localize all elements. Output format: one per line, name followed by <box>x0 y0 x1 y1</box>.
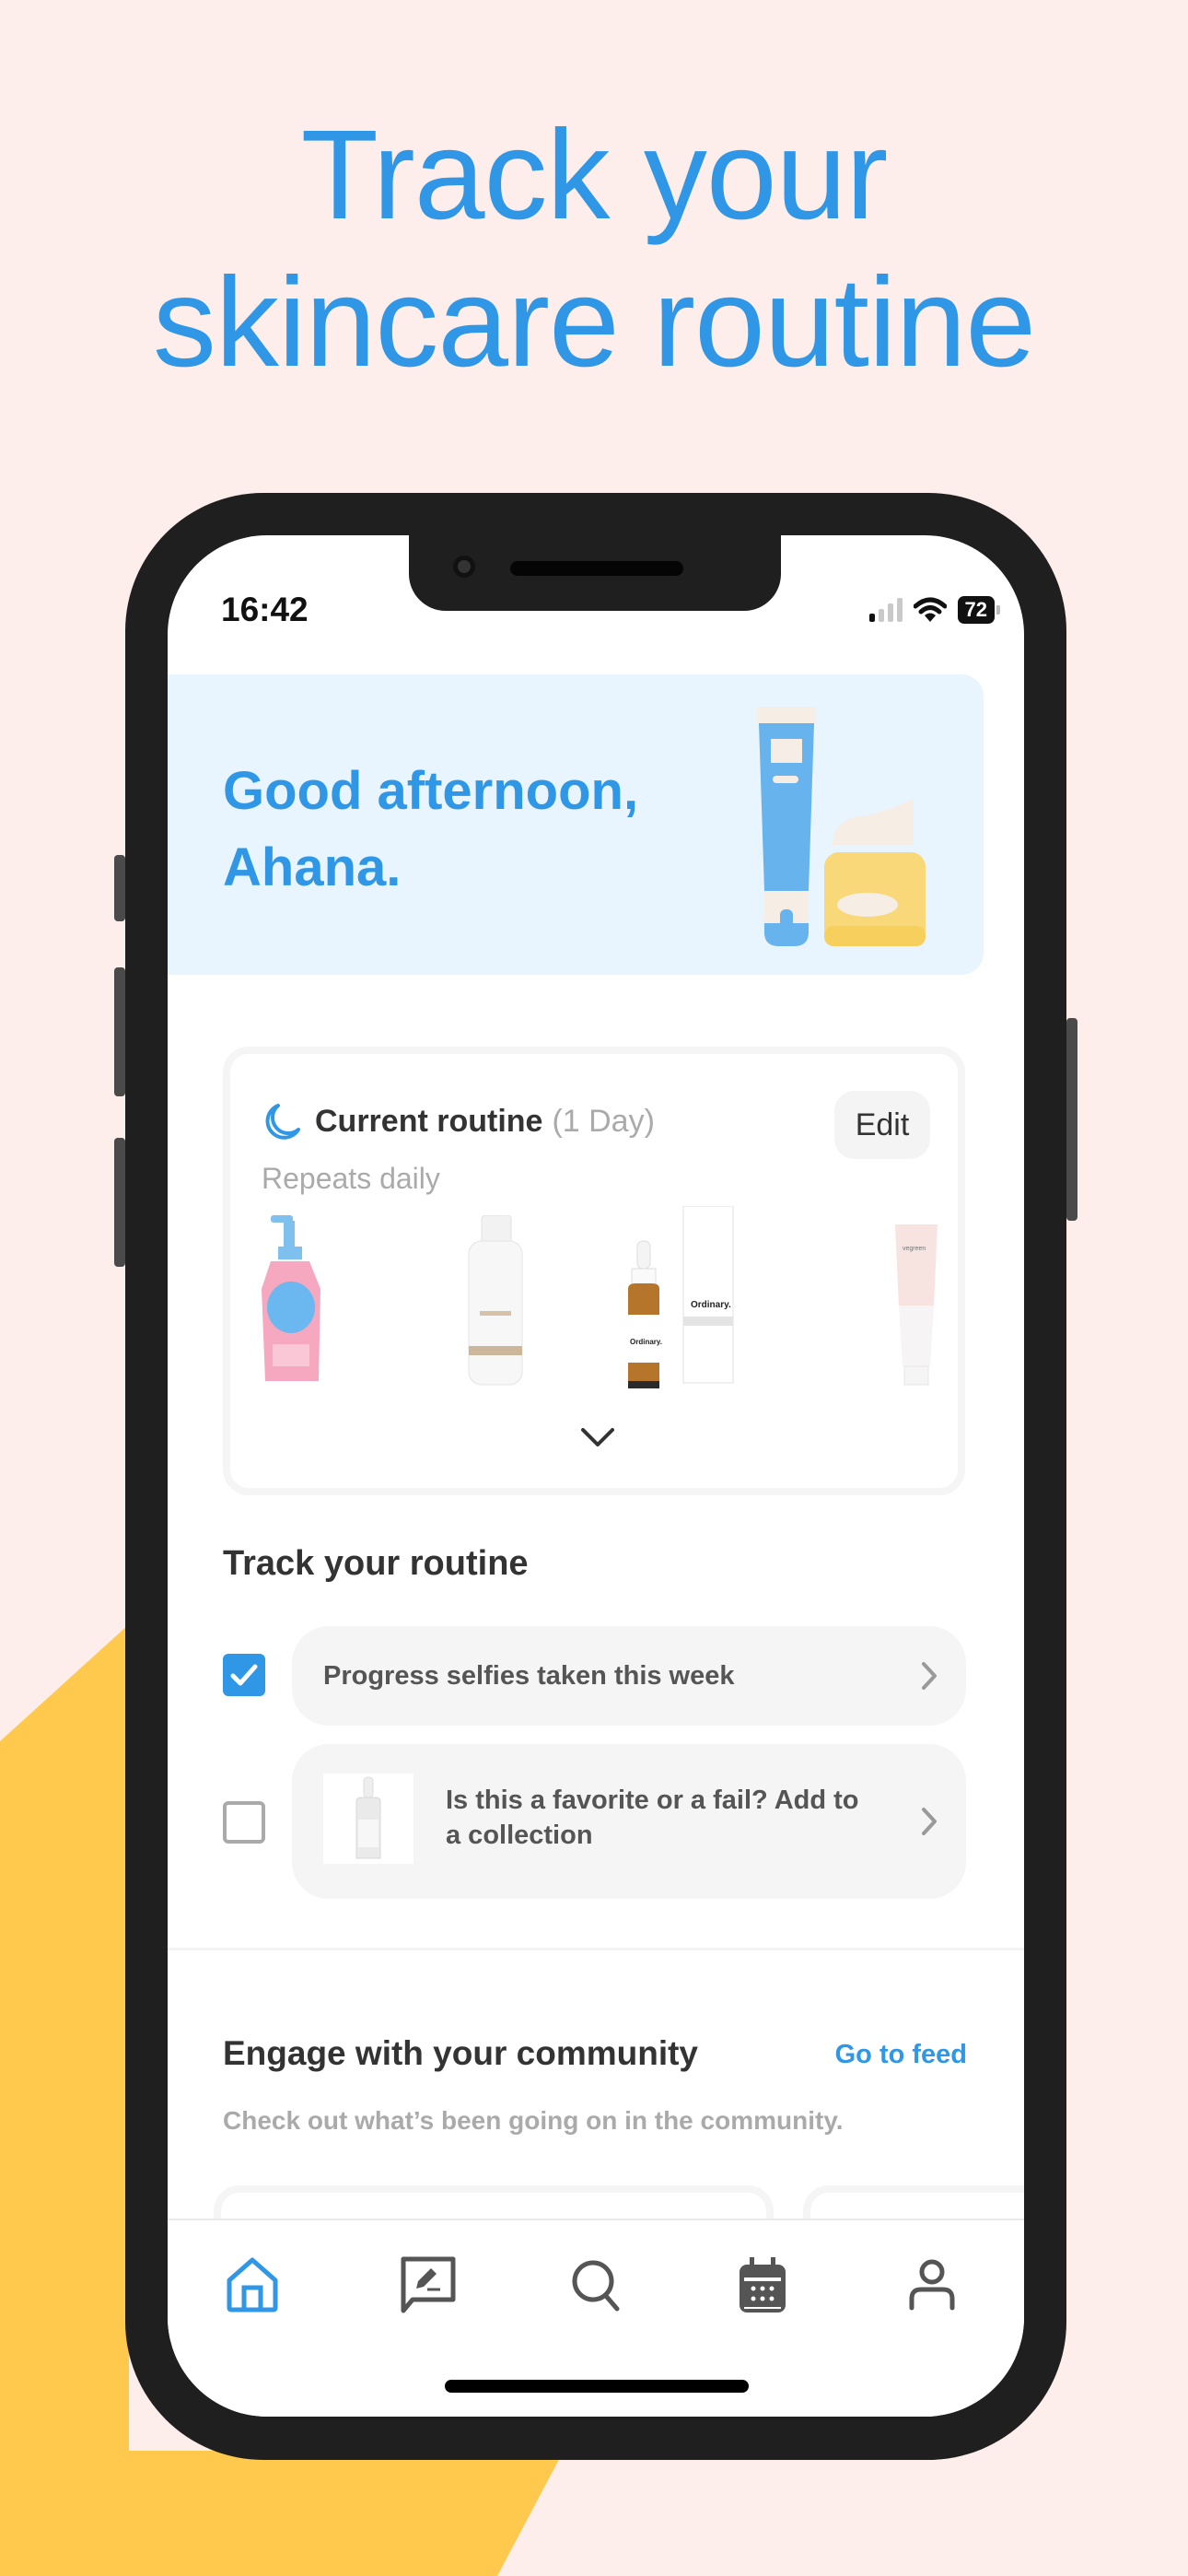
task-progress-selfies[interactable]: Progress selfies taken this week <box>292 1626 966 1726</box>
edit-routine-button[interactable]: Edit <box>834 1091 930 1159</box>
moon-icon <box>265 1104 300 1140</box>
task-label: Progress selfies taken this week <box>323 1661 735 1691</box>
phone-volume-down-button <box>114 1138 125 1267</box>
routine-title: Current routine (1 Day) <box>315 1104 655 1140</box>
svg-text:Ordinary.: Ordinary. <box>691 1300 731 1310</box>
product-image-the-ordinary-serum[interactable]: Ordinary. Ordinary. <box>624 1206 735 1390</box>
cellular-signal-icon <box>868 598 903 622</box>
task-checkbox-favorite-or-fail[interactable] <box>223 1801 265 1844</box>
journal-icon <box>401 2256 456 2313</box>
home-indicator[interactable] <box>445 2380 749 2393</box>
home-icon <box>227 2257 278 2313</box>
section-divider <box>168 1948 1024 1950</box>
routine-title-text: Current routine <box>315 1104 543 1139</box>
tab-journal[interactable] <box>391 2248 465 2322</box>
chevron-right-icon <box>922 1808 937 1835</box>
promo-headline-line2: skincare routine <box>152 252 1036 393</box>
phone-power-button <box>1066 1018 1077 1221</box>
community-title: Engage with your community <box>223 2034 698 2072</box>
wifi-icon <box>913 597 947 622</box>
calendar-icon <box>740 2257 786 2313</box>
product-thumbnail <box>323 1774 413 1864</box>
expand-chevron-down-icon[interactable] <box>580 1427 615 1449</box>
tab-profile[interactable] <box>895 2248 969 2322</box>
phone-screen: 16:42 72 Good afternoon, Ahana. Current … <box>168 535 1024 2417</box>
promo-headline-line1: Track your <box>300 104 889 246</box>
go-to-feed-link[interactable]: Go to feed <box>835 2040 967 2070</box>
phone-notch <box>409 535 781 611</box>
front-camera <box>453 556 475 578</box>
routine-repeats: Repeats daily <box>262 1162 440 1195</box>
search-icon <box>572 2260 620 2312</box>
greeting-banner: Good afternoon, Ahana. <box>168 674 984 975</box>
promo-headline: Track your skincare routine <box>0 101 1188 396</box>
skincare-products-illustration <box>757 707 926 946</box>
greeting-text: Good afternoon, Ahana. <box>223 753 638 906</box>
task-favorite-or-fail[interactable]: Is this a favorite or a fail? Add to a c… <box>292 1744 966 1899</box>
greeting-user-name: Ahana. <box>223 837 402 897</box>
product-image-vegreen-cream[interactable]: vegreen <box>893 1223 939 1388</box>
tab-calendar[interactable] <box>726 2248 799 2322</box>
profile-icon <box>909 2259 955 2311</box>
community-subtitle: Check out what’s been going on in the co… <box>223 2106 844 2135</box>
earpiece-speaker <box>510 561 683 576</box>
phone-mute-switch <box>114 855 125 921</box>
routine-products: Ordinary. Ordinary. vegreen <box>258 1206 939 1399</box>
product-image-cleansing-oil[interactable] <box>258 1215 332 1390</box>
chevron-right-icon <box>922 1662 937 1690</box>
current-routine-card[interactable]: Current routine (1 Day) Repeats daily Edi… <box>223 1047 965 1495</box>
status-icons: 72 <box>868 596 1001 624</box>
tab-home[interactable] <box>215 2248 289 2322</box>
track-routine-title: Track your routine <box>223 1544 529 1583</box>
checkmark-icon <box>230 1664 258 1686</box>
svg-text:vegreen: vegreen <box>903 1246 926 1252</box>
phone-frame: 16:42 72 Good afternoon, Ahana. Current … <box>114 493 1077 2460</box>
battery-icon: 72 <box>957 596 1001 624</box>
tab-search[interactable] <box>559 2248 633 2322</box>
status-time: 16:42 <box>221 591 309 628</box>
task-label: Is this a favorite or a fail? Add to a c… <box>446 1786 859 1850</box>
routine-duration: (1 Day) <box>552 1104 655 1139</box>
task-checkbox-progress-selfies[interactable] <box>223 1654 265 1696</box>
greeting-line1: Good afternoon, <box>223 761 639 821</box>
product-image-toner[interactable] <box>463 1215 528 1390</box>
phone-volume-up-button <box>114 967 125 1096</box>
svg-text:Ordinary.: Ordinary. <box>630 1338 662 1346</box>
